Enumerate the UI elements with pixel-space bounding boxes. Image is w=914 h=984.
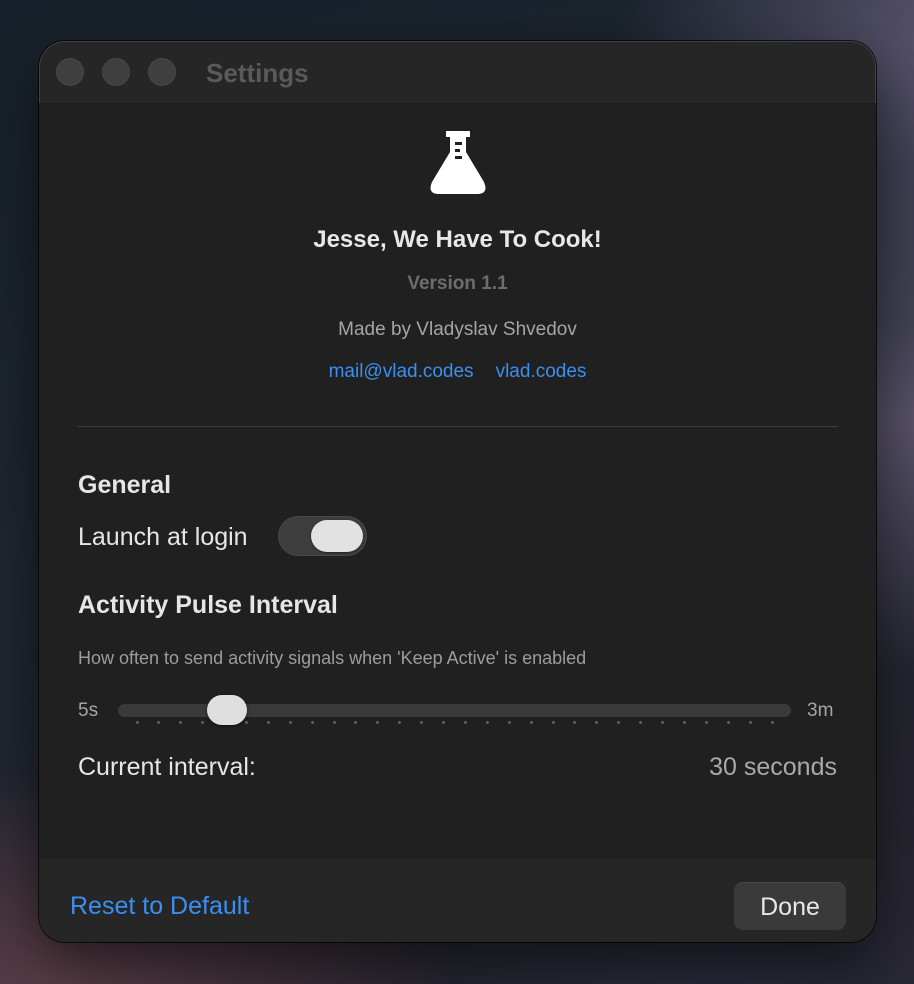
current-interval-value: 30 seconds [709,753,837,781]
slider-tick [442,721,446,724]
website-link[interactable]: vlad.codes [496,361,587,382]
slider-tick [332,721,336,724]
app-name: Jesse, We Have To Cook! [313,226,602,253]
slider-tick [288,721,292,724]
slider-tick [244,721,248,724]
slider-tick [420,721,424,724]
slider-tick [748,721,752,724]
slider-tick [201,721,205,724]
slider-tick [507,721,511,724]
activity-pulse-description: How often to send activity signals when … [78,648,587,668]
slider-tick [310,721,314,724]
slider-tick [463,721,467,724]
slider-min-label: 5s [78,700,99,721]
slider-tick [682,721,686,724]
slider-tick [485,721,489,724]
slider-max-label: 3m [807,700,834,721]
slider-tick [573,721,577,724]
interval-slider-thumb[interactable] [207,695,248,725]
slider-tick [354,721,358,724]
slider-tick [639,721,643,724]
slider-tick [135,721,139,724]
reset-to-default-button[interactable]: Reset to Default [70,890,249,922]
window-title: Settings [206,58,309,88]
app-version: Version 1.1 [407,273,508,294]
slider-tick [770,721,774,724]
current-interval-label: Current interval: [78,753,256,781]
zoom-window-button[interactable] [148,58,176,86]
toggle-knob [311,520,363,552]
activity-pulse-heading: Activity Pulse Interval [78,591,338,619]
slider-tick [529,721,533,724]
section-divider [78,426,838,427]
done-button[interactable]: Done [734,882,846,930]
slider-tick [726,721,730,724]
slider-tick [617,721,621,724]
flask-icon [430,131,486,194]
settings-window: Settings Jesse, We Have To Cook! Version… [39,41,876,942]
launch-at-login-label: Launch at login [78,523,248,551]
slider-tick [661,721,665,724]
slider-tick [179,721,183,724]
minimize-window-button[interactable] [102,58,130,86]
slider-tick [398,721,402,724]
close-window-button[interactable] [56,58,84,86]
email-link[interactable]: mail@vlad.codes [329,361,474,382]
slider-tick [376,721,380,724]
author-credit: Made by Vladyslav Shvedov [338,319,577,340]
slider-tick [157,721,161,724]
slider-tick [266,721,270,724]
contact-links: mail@vlad.codes vlad.codes [39,360,876,384]
general-heading: General [78,471,172,499]
title-bar: Settings [39,41,876,103]
launch-at-login-toggle[interactable] [278,516,367,556]
slider-tick [551,721,555,724]
slider-tick [595,721,599,724]
slider-tick [704,721,708,724]
